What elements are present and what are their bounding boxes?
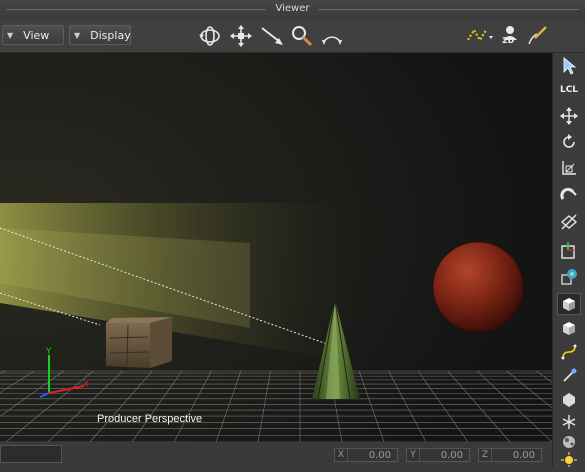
coord-x-label: X xyxy=(334,448,348,462)
select-icon xyxy=(563,57,577,75)
scale-tool[interactable] xyxy=(557,157,581,179)
translate-tool[interactable] xyxy=(557,105,581,127)
translate-icon xyxy=(560,107,578,125)
transform-tool[interactable] xyxy=(557,411,581,433)
dolly-icon[interactable] xyxy=(260,24,284,48)
corner-filler xyxy=(552,467,585,472)
object-tool[interactable] xyxy=(557,265,581,287)
roll-icon[interactable] xyxy=(320,24,344,48)
coord-z: Z 0.00 xyxy=(478,447,542,463)
zoom-icon[interactable] xyxy=(290,24,314,48)
coord-y-field[interactable]: 0.00 xyxy=(420,448,470,462)
view-menu-button[interactable]: ▼ View xyxy=(2,25,64,45)
polygon-tool[interactable] xyxy=(557,389,581,411)
viewport-scene: Y X xyxy=(0,53,552,442)
cube-icon xyxy=(563,298,575,311)
coord-y: Y 0.00 xyxy=(406,447,470,463)
2d-mode-icon[interactable]: 2D xyxy=(498,24,520,48)
view-menu-label: View xyxy=(23,28,50,42)
rotate-icon xyxy=(563,134,575,148)
render-tool[interactable] xyxy=(557,239,581,261)
display-menu-label: Display xyxy=(90,28,131,42)
curve-tool[interactable] xyxy=(557,341,581,363)
status-input[interactable] xyxy=(0,445,62,463)
local-tool[interactable]: LCL xyxy=(557,79,581,101)
select-tool[interactable] xyxy=(557,55,581,77)
coord-z-label: Z xyxy=(478,448,492,462)
magnet-tool[interactable] xyxy=(557,185,581,207)
tool-strip: LCL xyxy=(552,53,585,468)
chevron-down-icon: ▼ xyxy=(7,30,14,40)
coord-x: X 0.00 xyxy=(334,447,398,463)
rotate-tool[interactable] xyxy=(557,131,581,153)
cube-icon xyxy=(563,322,575,335)
pan-icon[interactable] xyxy=(229,24,253,48)
status-bar: X 0.00 Y 0.00 Z 0.00 xyxy=(0,442,552,472)
coord-y-label: Y xyxy=(406,448,420,462)
cube-tool[interactable] xyxy=(557,293,581,315)
snap-tool[interactable] xyxy=(557,211,581,233)
paint-icon[interactable] xyxy=(525,24,549,48)
3d-viewport[interactable]: Y X Producer Perspective xyxy=(0,53,552,442)
local-icon: LCL xyxy=(559,85,579,95)
title-bar: Viewer xyxy=(0,0,585,21)
primitive-tool[interactable] xyxy=(557,317,581,339)
toolbar: ▼ View ▼ Display 2D xyxy=(0,20,585,53)
orbit-icon[interactable] xyxy=(198,24,222,48)
axis-y-label: Y xyxy=(45,347,52,357)
light-icon xyxy=(561,452,577,468)
viewport-camera-label: Producer Perspective xyxy=(97,413,203,425)
scale-icon xyxy=(562,161,576,175)
path-display-icon[interactable] xyxy=(465,24,495,48)
chevron-down-icon: ▼ xyxy=(74,30,81,40)
snap-icon xyxy=(560,214,578,230)
box-object[interactable] xyxy=(106,317,172,368)
axis-x-label: X xyxy=(83,380,89,390)
title-rule-right xyxy=(318,9,579,10)
display-menu-button[interactable]: ▼ Display xyxy=(69,25,131,45)
render-icon xyxy=(561,242,575,259)
2d-mode-label: 2D xyxy=(502,36,515,45)
pen-icon xyxy=(563,368,577,382)
polygon-icon xyxy=(563,393,575,407)
pen-tool[interactable] xyxy=(557,365,581,387)
transform-icon xyxy=(562,415,576,429)
curve-icon xyxy=(561,344,577,360)
magnet-icon xyxy=(560,187,577,200)
object-icon xyxy=(561,269,577,285)
coord-x-field[interactable]: 0.00 xyxy=(348,448,398,462)
coord-z-field[interactable]: 0.00 xyxy=(492,448,542,462)
